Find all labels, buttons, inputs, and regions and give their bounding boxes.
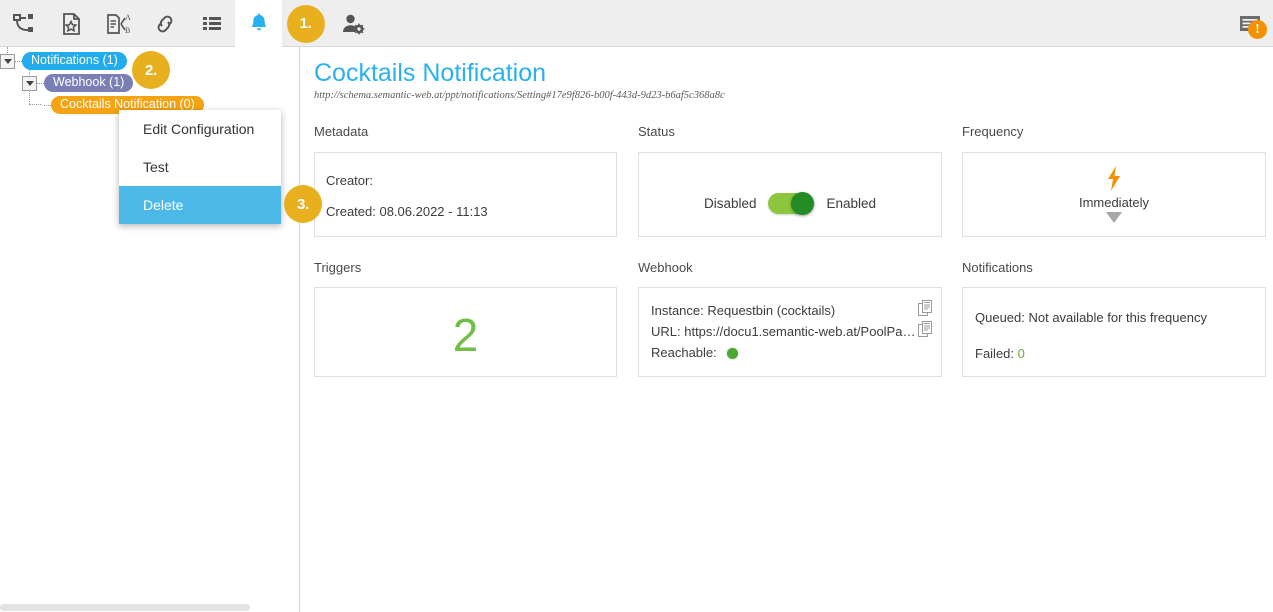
bell-icon[interactable] (235, 0, 282, 47)
document-warning-icon[interactable]: ! (1226, 0, 1273, 47)
copy-instance-icon[interactable] (918, 300, 934, 323)
list-icon[interactable] (188, 0, 235, 47)
step-2-badge: 2. (132, 51, 170, 89)
status-label: Status (638, 124, 675, 139)
copy-url-icon[interactable] (918, 321, 934, 344)
notifications-label: Notifications (962, 260, 1033, 275)
tree-connector (15, 61, 22, 62)
frequency-value: Immediately (1079, 195, 1149, 210)
notifications-failed-value: 0 (1018, 346, 1025, 361)
svg-text:B: B (125, 26, 130, 35)
metadata-label: Metadata (314, 124, 368, 139)
webhook-reachable-label: Reachable: (651, 345, 717, 360)
status-toggle[interactable] (768, 193, 814, 214)
menu-item-test[interactable]: Test (119, 148, 281, 186)
user-settings-icon[interactable] (329, 0, 376, 47)
tree-connector (44, 105, 51, 106)
triggers-label: Triggers (314, 260, 361, 275)
notifications-queued: Queued: Not available for this frequency (975, 310, 1207, 325)
svg-text:A: A (125, 13, 131, 22)
status-disabled-label: Disabled (704, 196, 757, 211)
notifications-panel: Queued: Not available for this frequency… (962, 287, 1266, 377)
scrollbar-thumb[interactable] (0, 604, 250, 611)
reachable-status-dot (727, 348, 738, 359)
webhook-reachable: Reachable: (651, 345, 738, 360)
application-window: A B (0, 0, 1273, 612)
page-title: Cocktails Notification (314, 59, 546, 88)
tree-node-label[interactable]: Notifications (1) (22, 52, 127, 70)
status-panel: Disabled Enabled (638, 152, 942, 237)
triggers-panel: 2 (314, 287, 617, 377)
notifications-failed-label: Failed: (975, 346, 1014, 361)
tree-node-notifications[interactable]: Notifications (1) (0, 52, 127, 70)
toolbar-right-group: ! (1226, 0, 1273, 47)
webhook-url: URL: https://docu1.semantic-web.at/PoolP… (651, 324, 915, 339)
main-content: Cocktails Notification http://schema.sem… (301, 47, 1273, 612)
webhook-instance: Instance: Requestbin (cocktails) (651, 303, 835, 318)
toggle-knob (791, 192, 814, 215)
metadata-creator: Creator: (326, 173, 373, 188)
tree-horizontal-scrollbar[interactable] (0, 603, 299, 612)
step-1-badge: 1. (287, 5, 325, 43)
tree-connector (37, 83, 44, 84)
triggers-count: 2 (315, 308, 616, 362)
expand-toggle-webhook[interactable] (22, 76, 37, 91)
link-icon[interactable] (141, 0, 188, 47)
tree-line (29, 104, 41, 105)
status-enabled-label: Enabled (826, 196, 876, 211)
step-3-badge: 3. (284, 185, 322, 223)
expand-toggle-notifications[interactable] (0, 54, 15, 69)
notifications-failed: Failed: 0 (975, 346, 1025, 361)
webhook-label: Webhook (638, 260, 693, 275)
document-star-icon[interactable] (47, 0, 94, 47)
tree-line (29, 91, 30, 104)
menu-item-delete[interactable]: Delete (119, 186, 281, 224)
top-toolbar: A B (0, 0, 1273, 47)
frequency-label: Frequency (962, 124, 1023, 139)
frequency-panel: Immediately (962, 152, 1266, 237)
graph-icon[interactable] (0, 0, 47, 47)
document-ab-icon[interactable]: A B (94, 0, 141, 47)
context-menu: Edit Configuration Test Delete (119, 110, 281, 224)
tree-node-label[interactable]: Webhook (1) (44, 74, 133, 92)
webhook-panel: Instance: Requestbin (cocktails) URL: ht… (638, 287, 942, 377)
page-uri: http://schema.semantic-web.at/ppt/notifi… (314, 90, 725, 101)
frequency-content: Immediately (963, 165, 1265, 223)
metadata-panel: Creator: Created: 08.06.2022 - 11:13 (314, 152, 617, 237)
menu-item-edit-configuration[interactable]: Edit Configuration (119, 110, 281, 148)
warning-badge: ! (1248, 20, 1267, 39)
status-toggle-row: Disabled Enabled (639, 193, 941, 214)
toolbar-left-group: A B (0, 0, 376, 47)
metadata-created: Created: 08.06.2022 - 11:13 (326, 204, 488, 219)
tree-node-webhook[interactable]: Webhook (1) (22, 74, 133, 92)
lightning-bolt-icon (1103, 165, 1125, 193)
step-1-badge-slot: 1. (282, 0, 329, 47)
frequency-dropdown-caret[interactable] (1106, 212, 1122, 223)
